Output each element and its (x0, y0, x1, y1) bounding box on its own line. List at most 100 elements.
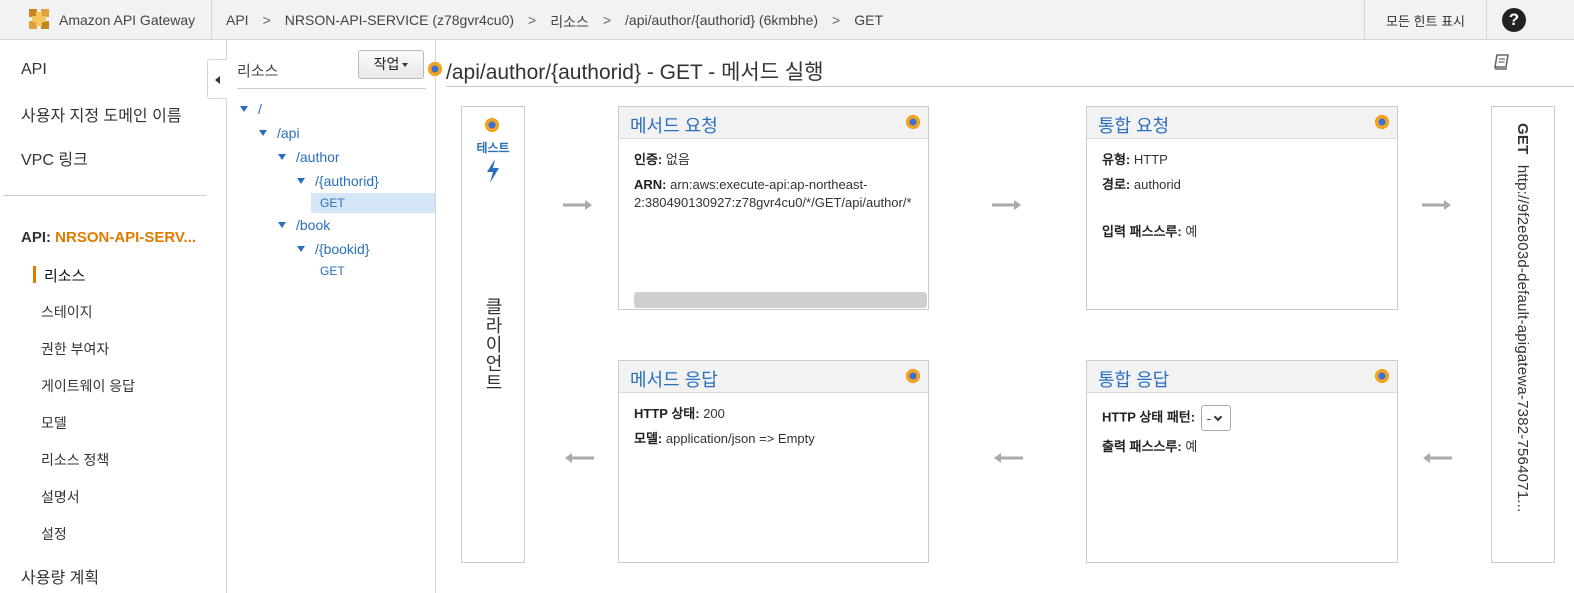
hint-dot-icon[interactable] (906, 369, 920, 383)
nav-item-models[interactable]: 모델 (41, 413, 67, 433)
nav-item-api[interactable]: API (21, 61, 47, 79)
page-title: /api/author/{authorid} - GET - 메서드 실행 (446, 61, 824, 84)
output-passthrough-value: 예 (1185, 439, 1198, 454)
hint-dot-icon[interactable] (485, 118, 499, 132)
api-gateway-logo-icon (29, 9, 49, 29)
hint-dot-icon[interactable] (1375, 369, 1389, 383)
method-request-title[interactable]: 메서드 요청 (630, 116, 718, 136)
arrow-left-icon (1423, 453, 1452, 463)
nav-item-authorizers[interactable]: 권한 부여자 (41, 339, 109, 359)
tree-node-author[interactable]: /author (278, 149, 340, 165)
tree-node-bookid[interactable]: /{bookid} (297, 241, 370, 257)
current-api-label[interactable]: API: NRSON-API-SERV... (21, 229, 196, 246)
input-passthrough-value: 예 (1185, 224, 1198, 239)
expand-triangle-icon (278, 222, 286, 228)
integration-request-title[interactable]: 통합 요청 (1098, 116, 1169, 136)
http-endpoint-panel: GET http://9f2e803d-default-apigatewa-73… (1491, 106, 1555, 563)
horizontal-scrollbar[interactable] (634, 292, 927, 308)
active-indicator (33, 266, 36, 283)
tree-method-get-author[interactable]: GET (320, 196, 345, 210)
arn-value-line1: arn:aws:execute-api:ap-northeast- (670, 177, 868, 192)
documentation-book-icon[interactable] (1493, 53, 1511, 71)
arrow-right-icon (563, 200, 592, 210)
tree-node-label: /{bookid} (315, 241, 370, 257)
collapse-sidebar-button[interactable] (207, 59, 227, 99)
tree-node-label: /book (296, 217, 331, 233)
tree-node-label: /author (296, 149, 340, 165)
nav-item-gateway-responses[interactable]: 게이트웨이 응답 (41, 376, 135, 396)
actions-dropdown-button[interactable]: 작업 (358, 50, 424, 79)
resource-tree-panel: 리소스 작업 (227, 40, 436, 593)
nav-item-resources[interactable]: 리소스 (44, 265, 85, 286)
arrow-right-icon (992, 200, 1021, 210)
auth-value: 없음 (665, 152, 690, 167)
type-key: 유형: (1102, 152, 1131, 167)
breadcrumb-resource-path[interactable]: /api/author/{authorid} (6kmbhe) (625, 12, 818, 32)
help-icon[interactable]: ? (1502, 8, 1526, 32)
status-pattern-key: HTTP 상태 패턴: (1102, 409, 1196, 425)
endpoint-label[interactable]: GET http://9f2e803d-default-apigatewa-73… (1514, 123, 1531, 512)
nav-divider (3, 195, 206, 196)
nav-item-usage-plans[interactable]: 사용량 계획 (21, 564, 99, 588)
path-key: 경로: (1102, 177, 1131, 192)
endpoint-url: http://9f2e803d-default-apigatewa-7382-7… (1514, 164, 1531, 513)
hint-dot-icon[interactable] (906, 115, 920, 129)
breadcrumb-method: GET (854, 12, 884, 28)
arrow-right-icon (1422, 200, 1451, 210)
tree-divider (237, 88, 426, 89)
tree-node-label: / (258, 101, 262, 117)
hint-dot-icon[interactable] (1375, 115, 1389, 129)
http-status-key: HTTP 상태: (634, 406, 700, 421)
client-label: 클라이언트 (483, 297, 503, 392)
nav-item-vpc-link[interactable]: VPC 링크 (21, 146, 88, 170)
integration-response-title[interactable]: 통합 응답 (1098, 370, 1169, 390)
nav-item-resource-policy[interactable]: 리소스 정책 (41, 450, 109, 470)
breadcrumb-separator: > (832, 12, 841, 28)
expand-triangle-icon (259, 130, 267, 136)
expand-triangle-icon (240, 106, 248, 112)
show-all-hints-button[interactable]: 모든 힌트 표시 (1364, 0, 1487, 39)
tree-node-book[interactable]: /book (278, 217, 330, 233)
integration-request-card: 통합 요청 유형: HTTP 경로: authorid 입력 패스스루: 예 (1086, 106, 1398, 310)
chevron-down-icon (1213, 412, 1223, 422)
tree-node-root[interactable]: / (240, 101, 262, 117)
tree-node-label: /{authorid} (315, 173, 379, 189)
tree-node-api[interactable]: /api (259, 125, 300, 141)
arrow-left-icon (994, 453, 1023, 463)
path-value: authorid (1133, 177, 1181, 192)
output-passthrough-key: 출력 패스스루: (1102, 439, 1182, 454)
breadcrumb-resources[interactable]: 리소스 (550, 12, 589, 32)
lightning-bolt-icon[interactable] (484, 158, 502, 184)
logo-area[interactable]: Amazon API Gateway (0, 0, 212, 39)
left-navigation: API 사용자 지정 도메인 이름 VPC 링크 API: NRSON-API-… (0, 40, 227, 593)
breadcrumb-service[interactable]: NRSON-API-SERVICE (z78gvr4cu0) (285, 12, 514, 32)
nav-item-settings[interactable]: 설정 (41, 524, 67, 544)
expand-triangle-icon (297, 246, 305, 252)
expand-triangle-icon (297, 178, 305, 184)
arn-value-line2: 2:380490130927:z78gvr4cu0/*/GET/api/auth… (634, 195, 912, 210)
hint-dot-icon[interactable] (428, 62, 442, 76)
top-bar: Amazon API Gateway API > NRSON-API-SERVI… (0, 0, 1574, 40)
test-link[interactable]: 테스트 (462, 139, 524, 156)
breadcrumb-api[interactable]: API (226, 12, 249, 32)
arn-key: ARN: (634, 177, 667, 192)
caret-down-icon (402, 63, 409, 67)
method-response-card: 메서드 응답 HTTP 상태: 200 모델: application/json… (618, 360, 929, 563)
endpoint-method: GET (1514, 123, 1531, 155)
integration-response-card: 통합 응답 HTTP 상태 패턴: - 출력 패스스루: 예 (1086, 360, 1398, 563)
nav-item-documentation[interactable]: 설명서 (41, 487, 80, 507)
tree-method-get-book[interactable]: GET (320, 264, 345, 278)
app-name: Amazon API Gateway (59, 12, 196, 28)
breadcrumb-separator: > (528, 12, 537, 28)
resource-tree-title: 리소스 (237, 63, 279, 80)
status-pattern-select[interactable]: - (1200, 405, 1231, 431)
breadcrumb-separator: > (602, 12, 612, 28)
nav-item-stages[interactable]: 스테이지 (41, 302, 93, 322)
nav-item-custom-domain[interactable]: 사용자 지정 도메인 이름 (21, 102, 182, 126)
api-prefix: API: (21, 229, 56, 246)
actions-label: 작업 (373, 56, 400, 72)
tree-node-authorid[interactable]: /{authorid} (297, 173, 379, 189)
arrow-left-icon (565, 453, 594, 463)
model-key: 모델: (634, 431, 663, 446)
method-response-title[interactable]: 메서드 응답 (630, 370, 718, 390)
